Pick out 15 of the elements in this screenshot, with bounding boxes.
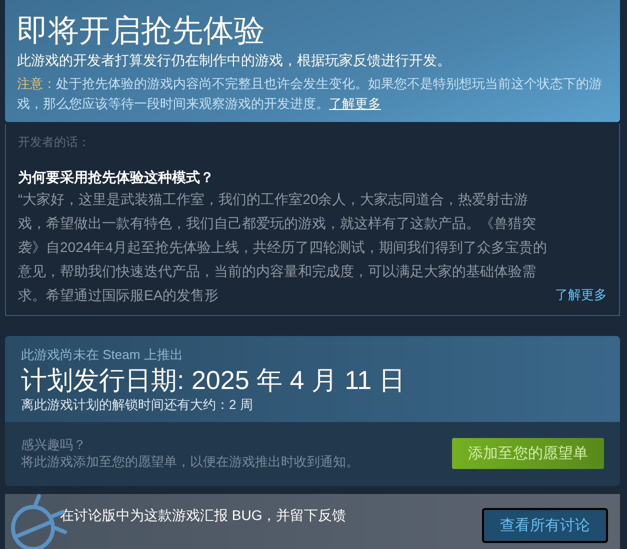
learn-more-link[interactable]: 了解更多 xyxy=(329,96,381,111)
developer-note-label: 开发者的话： xyxy=(18,134,91,151)
early-access-title: 即将开启抢先体验 xyxy=(17,12,266,50)
interest-label: 感兴趣吗？ xyxy=(21,436,87,453)
add-to-wishlist-button[interactable]: 添加至您的愿望单 xyxy=(452,438,604,468)
release-countdown: 离此游戏计划的解锁时间还有大约：2 周 xyxy=(21,396,254,414)
developer-note-text: “大家好，这里是武装猫工作室，我们的工作室20余人，大家志同道合，热爱射击游戏，希望做出一款有特色，我们自己都爱玩的游戏，就这样有了这款产品。《兽猎突袭》自2024年4月起至抢先体验上线，共经历了四轮测试，期间我们得到了众多宝贵的意见，帮助我们快速迭代产品，当前的内容量和完成度，可以满足大家的基础体验需求。希望通过国际服EA的发售形 xyxy=(18,190,548,305)
early-access-description: 此游戏的开发者打算发行仍在制作中的游戏，根据玩家反馈进行开发。 xyxy=(17,51,452,70)
release-date: 计划发行日期: 2025 年 4 月 11 日 xyxy=(21,364,406,396)
release-status: 此游戏尚未在 Steam 上推出 xyxy=(21,346,184,364)
read-more-link[interactable]: 了解更多 xyxy=(555,286,607,304)
wishlist-hint: 将此游戏添加至您的愿望单，以便在游戏推出时收到通知。 xyxy=(21,453,359,470)
notice-text: 注意：处于抢先体验的游戏内容尚不完整且也许会发生变化。如果您不是特别想玩当前这个状态下的游戏，那么您应该等待一段时间来观察游戏的开发进度。了解更多 xyxy=(17,75,603,113)
developer-note-heading: 为何要采用抢先体验这种模式？ xyxy=(18,168,215,187)
view-discussions-button[interactable]: 查看所有讨论 xyxy=(482,508,608,543)
